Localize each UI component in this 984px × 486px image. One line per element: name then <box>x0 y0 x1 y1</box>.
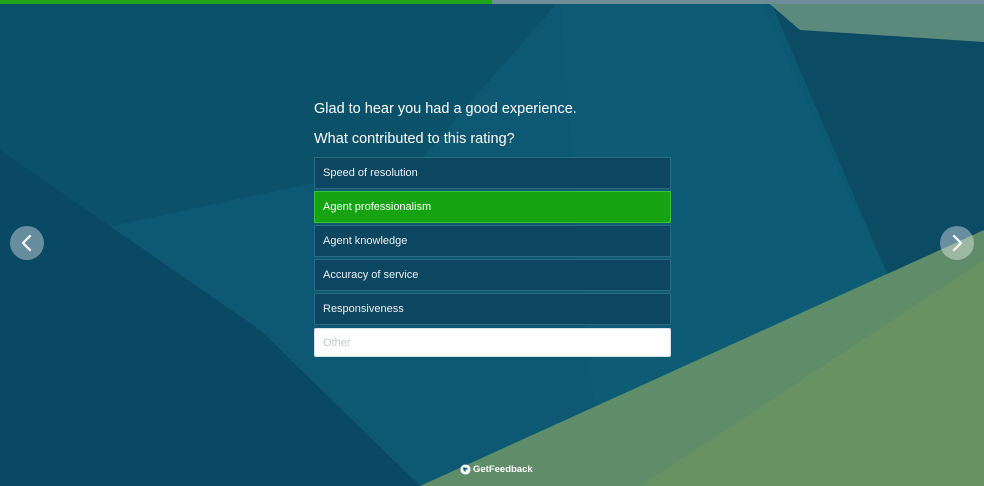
brand-name: GetFeedback <box>473 464 533 475</box>
other-input[interactable] <box>314 328 671 357</box>
next-button[interactable] <box>940 226 974 260</box>
previous-button[interactable] <box>10 226 44 260</box>
question-heading: What contributed to this rating? <box>314 131 515 147</box>
options-list: Speed of resolution Agent professionalis… <box>314 157 671 325</box>
option-accuracy-of-service[interactable]: Accuracy of service <box>314 259 671 291</box>
option-agent-professionalism[interactable]: Agent professionalism <box>314 191 671 223</box>
chevron-left-icon <box>21 235 32 251</box>
option-responsiveness[interactable]: Responsiveness <box>314 293 671 325</box>
intro-heading: Glad to hear you had a good experience. <box>314 101 577 117</box>
option-agent-knowledge[interactable]: Agent knowledge <box>314 225 671 257</box>
option-speed-of-resolution[interactable]: Speed of resolution <box>314 157 671 189</box>
survey-question-panel: Glad to hear you had a good experience. … <box>314 96 671 357</box>
footer-brand: GetFeedback <box>460 464 533 475</box>
progress-bar <box>0 0 984 4</box>
progress-bar-fill <box>0 0 492 4</box>
getfeedback-logo-icon <box>460 464 471 475</box>
chevron-right-icon <box>952 235 963 251</box>
